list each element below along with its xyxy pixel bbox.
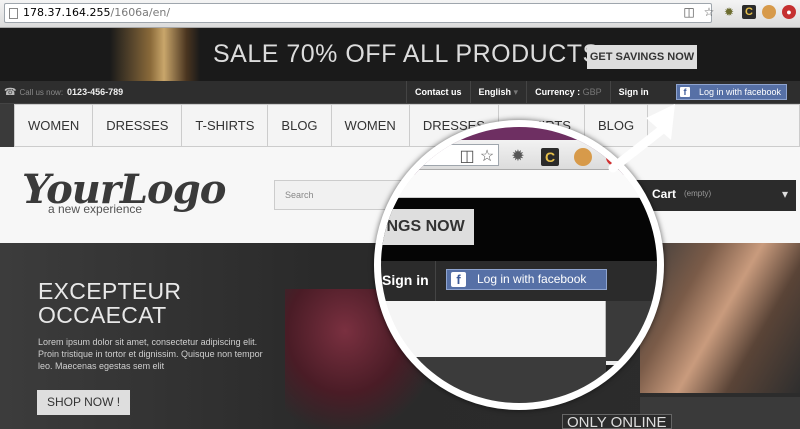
stop-extension-icon[interactable]: ● xyxy=(782,5,796,19)
bug-extension-icon: ✹ xyxy=(511,148,525,165)
language-value: English xyxy=(478,87,512,97)
call-us: ☎ Call us now: 0123-456-789 xyxy=(4,87,123,98)
facebook-icon: f xyxy=(680,87,690,97)
browser-toolbar: 178.37.164.255/1606a/en/ ◫ ☆ ✹ C ● xyxy=(0,0,800,28)
side-promo-image[interactable] xyxy=(640,243,800,393)
sign-in-link[interactable]: Sign in xyxy=(609,81,657,103)
bug-extension-icon[interactable]: ✹ xyxy=(722,5,736,19)
currency-selector[interactable]: Currency : GBP xyxy=(526,81,610,103)
get-savings-button[interactable]: GET SAVINGS NOW xyxy=(587,45,697,69)
zoom-page-strip xyxy=(381,170,657,198)
contact-us-link[interactable]: Contact us xyxy=(406,81,470,103)
stop-extension-icon xyxy=(606,148,624,166)
bookmark-star-icon[interactable]: ☆ xyxy=(702,5,716,19)
hero-title: EXCEPTEUR OCCAECAT xyxy=(38,279,181,327)
zoom-menu-area xyxy=(381,301,606,357)
top-nav-bar: ☎ Call us now: 0123-456-789 Contact us Eng… xyxy=(0,81,800,104)
chevron-down-icon: ▾ xyxy=(513,87,519,97)
cookie-extension-icon xyxy=(574,148,592,166)
only-online-banner[interactable]: ONLY ONLINE xyxy=(562,414,672,429)
chevron-down-icon: ▾ xyxy=(781,187,788,201)
zoom-savings-button: INGS NOW xyxy=(381,209,474,245)
reader-mode-icon[interactable]: ◫ xyxy=(682,5,696,19)
sale-headline: SALE 70% OFF ALL PRODUCTS xyxy=(213,40,600,68)
url-host: 178.37.164.255 xyxy=(23,6,111,19)
menu-item-blog[interactable]: BLOG xyxy=(268,105,332,146)
phone-number: 0123-456-789 xyxy=(67,87,124,97)
phone-icon: ☎ xyxy=(4,87,17,98)
currency-label: Currency : xyxy=(535,87,581,97)
address-bar[interactable]: 178.37.164.255/1606a/en/ xyxy=(4,3,712,23)
banner-model-image xyxy=(110,28,200,81)
menu-item-women[interactable]: WOMEN xyxy=(15,105,94,146)
facebook-icon: f xyxy=(451,272,466,287)
c-extension-icon[interactable]: C xyxy=(742,5,756,19)
url-path: /1606a/en/ xyxy=(110,6,171,19)
cart-status: (empty) xyxy=(684,189,712,198)
zoom-hero-area xyxy=(381,357,606,403)
bookmark-star-icon: ☆ xyxy=(479,148,495,165)
hero-title-line2: OCCAECAT xyxy=(38,302,167,328)
reader-mode-icon: ◫ xyxy=(459,148,475,165)
zoom-magnifier: ◫ ☆ ✹ C INGS NOW Sign in f Log in with f… xyxy=(374,120,664,410)
logo-tagline: a new experience xyxy=(48,202,143,216)
menu-item-t-shirts[interactable]: T-SHIRTS xyxy=(182,105,269,146)
menu-item-dresses[interactable]: DRESSES xyxy=(93,105,183,146)
sale-banner[interactable]: SALE 70% OFF ALL PRODUCTS GET SAVINGS NO… xyxy=(0,28,800,81)
c-extension-icon: C xyxy=(541,148,559,166)
zoom-facebook-label: Log in with facebook xyxy=(477,272,587,286)
cookie-extension-icon[interactable] xyxy=(762,5,776,19)
page-icon xyxy=(9,8,18,19)
language-selector[interactable]: English ▾ xyxy=(469,81,527,103)
shop-now-button[interactable]: SHOP NOW ! xyxy=(37,390,130,415)
facebook-login-label: Log in with facebook xyxy=(699,87,782,97)
currency-value: GBP xyxy=(582,87,602,97)
facebook-login-button[interactable]: f Log in with facebook xyxy=(676,84,787,100)
zoom-sign-in: Sign in xyxy=(382,272,429,288)
hero-title-line1: EXCEPTEUR xyxy=(38,278,182,304)
call-us-label: Call us now: xyxy=(19,88,64,97)
hero-body: Lorem ipsum dolor sit amet, consectetur … xyxy=(38,337,263,371)
zoom-facebook-login: f Log in with facebook xyxy=(446,269,607,290)
zoom-divider xyxy=(435,261,436,301)
